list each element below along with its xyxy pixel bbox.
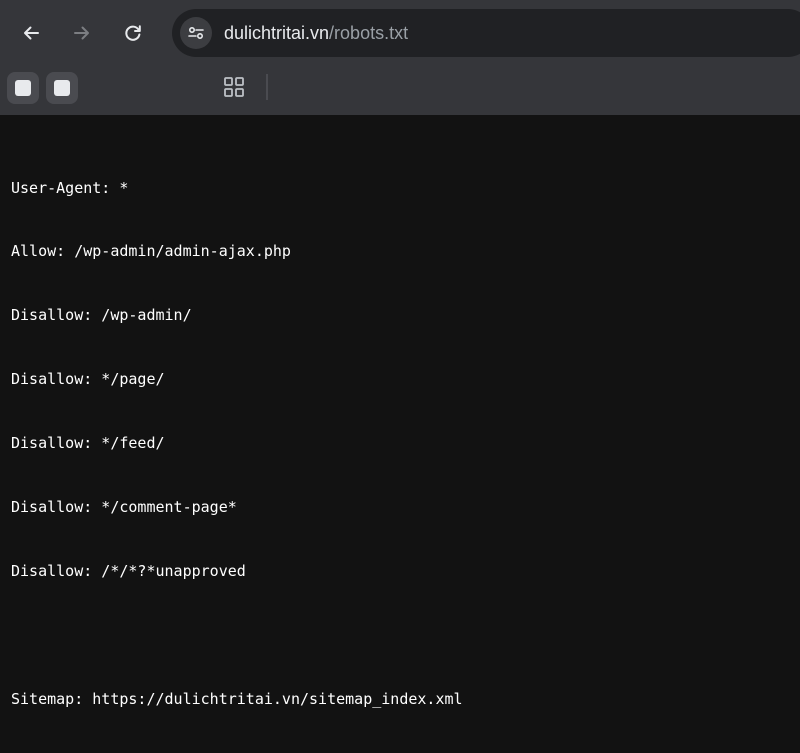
reload-button[interactable] xyxy=(117,17,149,49)
browser-chrome: dulichtritai.vn/robots.txt xyxy=(0,0,800,115)
robots-txt-text: User-Agent: * Allow: /wp-admin/admin-aja… xyxy=(11,135,463,753)
forward-button[interactable] xyxy=(66,17,98,49)
robots-line: Disallow: */comment-page* xyxy=(11,498,237,517)
robots-line: Allow: /wp-admin/admin-ajax.php xyxy=(11,242,291,261)
back-button[interactable] xyxy=(15,17,47,49)
robots-line: Disallow: */page/ xyxy=(11,370,165,389)
page-content: User-Agent: * Allow: /wp-admin/admin-aja… xyxy=(0,115,800,708)
robots-blank-line xyxy=(11,625,463,646)
robots-line: User-Agent: * xyxy=(11,178,129,197)
tune-icon xyxy=(188,27,204,40)
robots-line: Disallow: */feed/ xyxy=(11,434,165,453)
arrow-left-icon xyxy=(24,26,39,40)
bookmark-favicon xyxy=(54,80,70,96)
address-bar[interactable]: dulichtritai.vn/robots.txt xyxy=(172,9,800,57)
navigation-bar: dulichtritai.vn/robots.txt xyxy=(0,0,800,66)
bookmark-favicon xyxy=(15,80,31,96)
url-path: /robots.txt xyxy=(329,23,409,43)
bookmarks-divider xyxy=(266,74,268,100)
site-info-button[interactable] xyxy=(180,17,212,49)
robots-line: Sitemap: https://dulichtritai.vn/sitemap… xyxy=(11,689,463,708)
reload-icon xyxy=(125,25,141,41)
bookmark-button-2[interactable] xyxy=(46,72,78,104)
robots-line: Disallow: /wp-admin/ xyxy=(11,306,192,325)
url-text[interactable]: dulichtritai.vn/robots.txt xyxy=(224,22,408,44)
bookmarks-bar xyxy=(0,66,800,115)
arrow-right-icon xyxy=(74,26,89,40)
url-host: dulichtritai.vn xyxy=(224,23,330,43)
bookmark-button-1[interactable] xyxy=(7,72,39,104)
apps-grid-icon[interactable] xyxy=(222,75,246,99)
robots-line: Disallow: /*/*?*unapproved xyxy=(11,561,246,580)
